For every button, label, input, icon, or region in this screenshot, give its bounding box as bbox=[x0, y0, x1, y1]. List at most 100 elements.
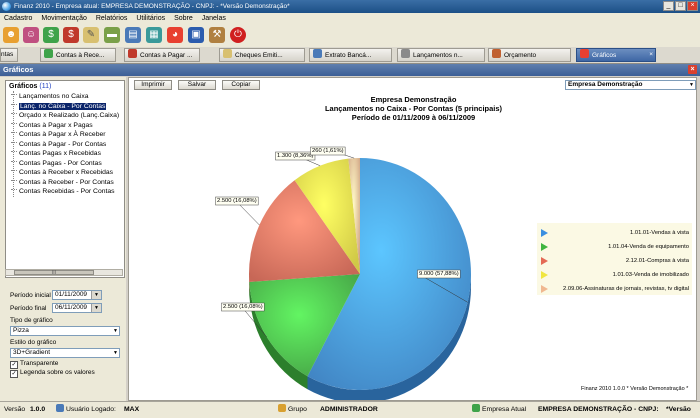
window-title-bar: Finanz 2010 - Empresa atual: EMPRESA DEM… bbox=[0, 0, 700, 13]
menu-movimentacao[interactable]: Movimentação bbox=[41, 15, 87, 22]
tab-contas[interactable]: ntas bbox=[0, 48, 18, 62]
group-icon bbox=[278, 404, 286, 412]
tree-item[interactable]: Lançamentos no Caixa bbox=[11, 93, 89, 101]
menu-sobre[interactable]: Sobre bbox=[174, 15, 193, 22]
close-panel-icon[interactable]: × bbox=[688, 65, 697, 74]
data-label: 9.000 (57,88%) bbox=[419, 271, 459, 277]
tree-root[interactable]: Gráficos (11) bbox=[9, 83, 51, 90]
tab-graficos[interactable]: Gráficos × bbox=[576, 48, 656, 62]
scrollbar-thumb[interactable]: III bbox=[14, 270, 94, 275]
periodo-inicial-field[interactable]: 01/11/2009 ▼ bbox=[52, 290, 102, 300]
menu-bar: Cadastro Movimentação Relatórios Utilitá… bbox=[0, 13, 700, 24]
users-icon[interactable]: ☺ bbox=[23, 27, 39, 43]
pie-chart-icon[interactable]: ◕ bbox=[167, 27, 183, 43]
tree-connector bbox=[11, 94, 17, 95]
tree-item[interactable]: Contas Recebidas - Por Contas bbox=[11, 188, 115, 196]
tree-horizontal-scrollbar[interactable]: III bbox=[5, 269, 123, 276]
tree-item[interactable]: Contas Pagas - Por Contas bbox=[11, 160, 102, 168]
calendar-dropdown-icon[interactable]: ▼ bbox=[91, 291, 101, 299]
legend-marker-icon bbox=[541, 257, 548, 265]
close-window-button[interactable]: × bbox=[687, 1, 698, 11]
tree-item[interactable]: Contas à Pagar - Por Contas bbox=[11, 141, 106, 149]
bank-statement-icon[interactable]: ▤ bbox=[125, 27, 141, 43]
tree-item-label: Contas à Receber x Recebidas bbox=[19, 169, 113, 176]
status-versao-label: Versão bbox=[4, 402, 25, 418]
tipo-grafico-select[interactable]: Pizza ▼ bbox=[10, 326, 120, 336]
report-icon[interactable]: ▦ bbox=[146, 27, 162, 43]
tree-connector bbox=[11, 180, 17, 181]
tab-label: Orçamento bbox=[504, 52, 536, 59]
save-disk-icon[interactable]: ▣ bbox=[188, 27, 204, 43]
tree-item[interactable]: Contas à Receber - Por Contas bbox=[11, 179, 114, 187]
company-icon bbox=[472, 404, 480, 412]
power-exit-icon[interactable]: ⏻ bbox=[230, 27, 246, 43]
people-icon[interactable]: ☻ bbox=[3, 27, 19, 43]
tab-lancamentos[interactable]: Lançamentos n... bbox=[397, 48, 485, 62]
pay-money-icon[interactable]: $ bbox=[63, 27, 79, 43]
tab-orcamento[interactable]: Orçamento bbox=[488, 48, 571, 62]
legend-marker-icon bbox=[541, 271, 548, 279]
close-tab-icon[interactable]: × bbox=[649, 49, 653, 61]
tree-connector bbox=[11, 142, 17, 143]
legenda-checkbox[interactable]: ✓Legenda sobre os valores bbox=[10, 369, 95, 378]
chart-footer: Finanz 2010 1.0.0 * Versão Demonstração … bbox=[581, 386, 688, 392]
legend-label: 1.01.04-Venda de equipamento bbox=[608, 244, 689, 250]
status-grupo: Grupo bbox=[278, 402, 307, 418]
tree-connector bbox=[11, 132, 17, 133]
status-grupo-value: ADMINISTRADOR bbox=[320, 402, 378, 418]
tree-item[interactable]: Contas à Receber x Recebidas bbox=[11, 169, 113, 177]
checkbox-checked-icon[interactable]: ✓ bbox=[10, 361, 18, 369]
transparente-checkbox[interactable]: ✓Transparente bbox=[10, 360, 58, 369]
tab-extrato-bancario[interactable]: Extrato Bancá... bbox=[309, 48, 392, 62]
tree-item[interactable]: Orçado x Realizado (Lanç.Caixa) bbox=[11, 112, 119, 120]
tree-connector bbox=[11, 113, 17, 114]
tree-item-label: Contas Recebidas - Por Contas bbox=[19, 188, 115, 195]
tab-label: Gráficos bbox=[592, 52, 616, 59]
tree-item-label: Lanç. no Caixa - Por Contas bbox=[19, 103, 106, 110]
legend-item: 1.01.01-Vendas à vista bbox=[537, 229, 692, 239]
periodo-inicial-value: 01/11/2009 bbox=[55, 291, 87, 298]
tree-item[interactable]: Lanç. no Caixa - Por Contas bbox=[11, 103, 106, 111]
checkbox-checked-icon[interactable]: ✓ bbox=[10, 370, 18, 378]
menu-cadastro[interactable]: Cadastro bbox=[4, 15, 32, 22]
panel-title: Gráficos bbox=[3, 64, 33, 76]
estilo-grafico-select[interactable]: 3D+Gradient ▼ bbox=[10, 348, 120, 358]
user-icon bbox=[56, 404, 64, 412]
tab-contas-a-pagar[interactable]: Contas à Pagar ... bbox=[124, 48, 200, 62]
legend-marker-icon bbox=[541, 243, 548, 251]
periodo-final-field[interactable]: 06/11/2009 ▼ bbox=[52, 303, 102, 313]
tree-item-label: Contas à Pagar x Pagas bbox=[19, 122, 93, 129]
legend-item: 2.09.06-Assinaturas de jornais, revistas… bbox=[537, 285, 692, 295]
legend-marker-icon bbox=[541, 285, 548, 293]
calendar-dropdown-icon[interactable]: ▼ bbox=[91, 304, 101, 312]
tab-cheques-emitidos[interactable]: Cheques Emiti... bbox=[219, 48, 305, 62]
chart-tree: Gráficos (11) Lançamentos no Caixa Lanç. … bbox=[5, 80, 125, 278]
tree-connector bbox=[11, 123, 17, 124]
tree-item[interactable]: Contas Pagas x Recebidas bbox=[11, 150, 101, 158]
legend-label: 2.12.01-Compras à vista bbox=[626, 258, 689, 264]
panel-header: Gráficos × bbox=[0, 64, 700, 76]
legend-item: 1.01.04-Venda de equipamento bbox=[537, 243, 692, 253]
tipo-grafico-value: Pizza bbox=[13, 327, 29, 334]
cash-icon[interactable]: ▬ bbox=[104, 27, 120, 43]
tree-root-count: (11) bbox=[39, 83, 51, 90]
status-empresa: Empresa Atual bbox=[472, 402, 526, 418]
receive-money-icon[interactable]: $ bbox=[43, 27, 59, 43]
pencil-icon[interactable]: ✎ bbox=[83, 27, 99, 43]
menu-utilitarios[interactable]: Utilitários bbox=[136, 15, 165, 22]
bank-statement-icon bbox=[313, 49, 322, 58]
budget-icon bbox=[492, 49, 501, 58]
tools-icon[interactable]: ⚒ bbox=[209, 27, 225, 43]
maximize-button[interactable]: □ bbox=[675, 1, 686, 11]
status-usuario: Usuário Logado: bbox=[56, 402, 116, 418]
tree-item-label: Orçado x Realizado (Lanç.Caixa) bbox=[19, 112, 119, 119]
tree-item[interactable]: Contas à Pagar x À Receber bbox=[11, 131, 106, 139]
tree-item[interactable]: Contas à Pagar x Pagas bbox=[11, 122, 93, 130]
tab-contas-a-receber[interactable]: Contas à Rece... bbox=[40, 48, 116, 62]
periodo-final-label: Período final bbox=[10, 305, 47, 312]
tree-item-label: Lançamentos no Caixa bbox=[19, 93, 89, 100]
minimize-button[interactable]: _ bbox=[663, 1, 674, 11]
estilo-grafico-value: 3D+Gradient bbox=[13, 349, 50, 356]
menu-relatorios[interactable]: Relatórios bbox=[96, 15, 128, 22]
menu-janelas[interactable]: Janelas bbox=[202, 15, 226, 22]
